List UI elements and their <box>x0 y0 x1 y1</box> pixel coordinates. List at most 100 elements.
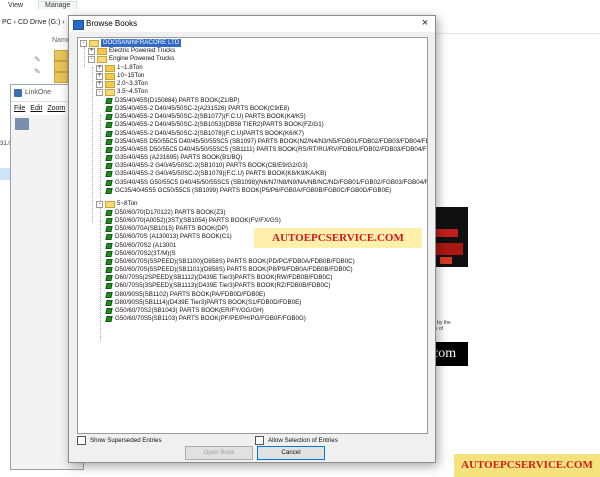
book-icon <box>106 250 113 258</box>
tree-subgroup-label: 10~15Ton <box>117 72 145 79</box>
folder-open-icon <box>105 88 115 96</box>
book-icon <box>106 146 113 154</box>
books-icon <box>73 20 84 30</box>
book-icon <box>106 97 113 105</box>
book-item[interactable]: D35/40/45S D50/55C5 D40/45/50/55SC5 (SB1… <box>106 138 427 146</box>
tree-subgroup[interactable]: + 2.0~3.3Ton <box>96 80 148 88</box>
collapse-icon[interactable]: - <box>88 55 95 63</box>
ribbon-tab-view[interactable]: View <box>8 2 23 9</box>
book-item[interactable]: D80/90S5(SB1102) PARTS BOOK(PA/FDB0D/FDB… <box>106 291 265 299</box>
book-item[interactable]: D35/40/45S-2 D40/45/50SC-2(A231526) PART… <box>106 105 289 113</box>
book-item[interactable]: D35/40/45S(D150884) PARTS BOOK(Z1/BP) <box>106 97 240 105</box>
allow-selection-checkbox[interactable]: Allow Selection of Entries <box>255 436 338 445</box>
book-icon <box>106 217 113 225</box>
book-item[interactable]: D50/60/70(D170122) PARTS BOOK(Z3) <box>106 209 226 217</box>
checkbox-box[interactable] <box>77 436 86 445</box>
book-item-label: D50/60/70(A0052)(3ST)(SB1054) PARTS BOOK… <box>115 217 281 225</box>
book-item[interactable]: D50/60/70S2 (A13001 <box>106 242 176 250</box>
book-item[interactable]: G50/60/70S2(SB1043) PARTS BOOK(ER/FY/GG/… <box>106 307 264 315</box>
folder-icon[interactable]: B <box>54 50 73 61</box>
tree-subgroup[interactable]: - 3.5~4.5Ton <box>96 88 148 96</box>
book-item[interactable]: G35/40/45S G50/55C5 G40/45/50/55SC5 (SB1… <box>106 178 428 187</box>
book-icon <box>106 121 113 129</box>
book-item[interactable]: D50/60/70S (A130013) PARTS BOOK(C1) <box>106 233 232 241</box>
book-item[interactable]: D50/60/70S(5SPEED)(SB1101)(D858S) PARTS … <box>106 266 353 274</box>
tree-subgroup-label: 5~8Ton <box>117 200 138 207</box>
dialog-titlebar: Browse Books × <box>69 16 435 32</box>
expand-icon[interactable]: + <box>96 80 103 88</box>
book-item[interactable]: D60/70S5(3SPEED)(SB1113)(D439E Tier3)PAR… <box>106 282 330 290</box>
book-icon <box>106 105 113 113</box>
menu-file[interactable]: File <box>14 105 25 112</box>
book-icon <box>106 282 113 290</box>
book-item[interactable]: D80/90S5(SB1114)(D439E Tier3)PARTS BOOK(… <box>106 299 301 307</box>
book-item[interactable]: D35/40/45S-2 D40/45/50SC-2(SB1078)(F.C.U… <box>106 130 304 138</box>
tree-root[interactable]: - DOOSANINFRACORE LTD <box>80 39 182 47</box>
book-icon <box>106 299 113 307</box>
book-item[interactable]: D60/70S5(2SPEED)(SB1112)(D439E Tier3)PAR… <box>106 274 332 282</box>
open-book-button[interactable]: Open Book <box>185 446 253 460</box>
book-item-label: D50/60/70S(5SPEED)(SB1100)(D858S) PARTS … <box>115 257 355 265</box>
tree-subgroup[interactable]: - 5~8Ton <box>96 200 137 208</box>
tree-subgroup[interactable]: + 10~15Ton <box>96 72 144 80</box>
book-icon <box>106 130 113 138</box>
book-item-label: D35/40/45S-2 D40/45/50SC-2(SB1078)(F.C.U… <box>115 129 304 137</box>
book-item-label: D60/70S5(3SPEED)(SB1113)(D439E Tier3)PAR… <box>115 282 331 290</box>
tree-subgroup-label: 3.5~4.5Ton <box>117 88 148 95</box>
tree-subgroup[interactable]: + 1~1.8Ton <box>96 64 143 72</box>
book-item-label: D50/60/70S2 (A13001 <box>115 241 177 249</box>
folder-icon[interactable]: a <box>54 72 72 83</box>
menu-zoom[interactable]: Zoom <box>47 105 65 112</box>
expand-icon[interactable]: + <box>96 64 103 72</box>
folder-icon <box>105 80 115 88</box>
com-banner: com <box>432 342 468 366</box>
folder-open-icon <box>97 55 107 63</box>
book-item-label: G50/60/70S2(SB1043) PARTS BOOK(ER/FY/GG/… <box>115 306 264 314</box>
checkbox-box[interactable] <box>255 436 264 445</box>
book-icon <box>106 266 113 274</box>
book-icon <box>106 307 113 315</box>
book-icon <box>106 209 113 217</box>
book-item[interactable]: D50/60/70S(5SPEED)(SB1100)(D858S) PARTS … <box>106 258 355 266</box>
cancel-button[interactable]: Cancel <box>257 446 325 460</box>
book-item[interactable]: GC35/40/45S5 GC50/55C5 (SB1099) PARTS BO… <box>106 187 391 195</box>
pin-icon: ✎ <box>34 55 41 64</box>
linkone-app-icon <box>14 89 22 97</box>
book-item-label: D80/90S5(SB1102) PARTS BOOK(PA/FDB0D/FDB… <box>115 290 266 298</box>
book-item-label: D35/40/45S(D150884) PARTS BOOK(Z1/BP) <box>115 97 240 104</box>
menu-edit[interactable]: Edit <box>30 105 42 112</box>
book-item-label: GC35/40/45S5 GC50/55C5 (SB1099) PARTS BO… <box>115 186 392 194</box>
book-item-label: D35/40/45S-2 D40/45/50SC-2(SB1053)(DB58 … <box>115 121 324 129</box>
book-item-label: D35/40/45S-2 D40/45/50SC-2(A231526) PART… <box>115 105 290 113</box>
toolbar-icon[interactable] <box>15 118 29 130</box>
ribbon-tab-manage[interactable]: Manage <box>38 1 78 9</box>
expand-icon[interactable]: + <box>88 47 95 55</box>
book-item[interactable]: G35/40/45S-2 G40/45/50SC-2(SB1010) PARTS… <box>106 162 308 170</box>
book-item[interactable]: D50/60/70A(SB1015) PARTS BOOK(DP) <box>106 225 228 233</box>
book-icon <box>106 162 113 170</box>
folder-icon[interactable]: d <box>54 61 72 72</box>
close-button[interactable]: × <box>418 17 432 31</box>
book-item[interactable]: D50/60/70(A0052)(3ST)(SB1054) PARTS BOOK… <box>106 217 281 225</box>
collapse-icon[interactable]: - <box>80 39 87 47</box>
tree-root-label: DOOSANINFRACORE LTD <box>101 39 182 47</box>
tree-group[interactable]: + Electric Powered Trucks <box>88 47 175 55</box>
expand-icon[interactable]: + <box>96 72 103 80</box>
book-item[interactable]: D35/40/45S-2 D40/45/50SC-2(SB1077)(F.C.U… <box>106 113 306 121</box>
book-item[interactable]: G50/60/70S5(SB1103) PARTS BOOK(PF/PE/PH/… <box>106 315 306 323</box>
show-superseded-checkbox[interactable]: Show Superseded Entries <box>77 436 162 445</box>
tree-group[interactable]: - Engine Powered Trucks <box>88 55 174 63</box>
book-item[interactable]: G35/40/45S-2 G40/45/50SC-2(SB1079)(F.C.U… <box>106 170 326 178</box>
collapse-icon[interactable]: - <box>96 200 103 208</box>
book-item-label: G35/40/45S-2 G40/45/50SC-2(SB1010) PARTS… <box>115 162 308 170</box>
folder-icon <box>105 72 115 80</box>
book-item-label: D60/70S5(2SPEED)(SB1112)(D439E Tier3)PAR… <box>115 274 333 282</box>
book-item-label: G35/40/45S G50/55C5 G40/45/50/55SC5 (SB1… <box>115 178 428 186</box>
book-icon <box>106 274 113 282</box>
book-item[interactable]: G35/40/45S (A231695) PARTS BOOK(B1/BQ) <box>106 154 242 162</box>
book-item[interactable]: D35/40/45S D50/55C5 D40/45/50/55SC5 (SB1… <box>106 146 427 154</box>
address-path: PC › CD Drive (G:) › <box>2 19 65 26</box>
book-item[interactable]: D50/60/70S2(3T/M)(S <box>106 250 176 258</box>
collapse-icon[interactable]: - <box>96 88 103 96</box>
book-item[interactable]: D35/40/45S-2 D40/45/50SC-2(SB1053)(DB58 … <box>106 121 324 129</box>
